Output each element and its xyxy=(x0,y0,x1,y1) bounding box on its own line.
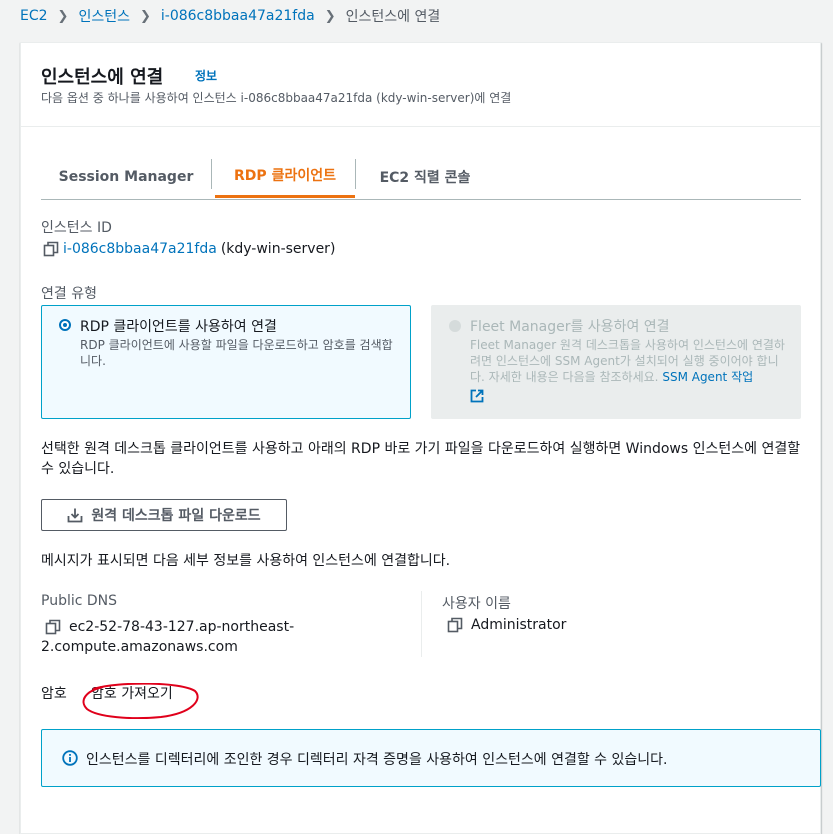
chevron-right-icon: ❯ xyxy=(139,8,151,24)
copy-icon[interactable] xyxy=(43,241,59,257)
prompt-text: 메시지가 표시되면 다음 세부 정보를 사용하여 인스턴스에 연결합니다. xyxy=(41,553,451,569)
instructions-text: 선택한 원격 데스크톱 클라이언트를 사용하고 아래의 RDP 바로 가기 파일… xyxy=(41,441,801,477)
tab-ec2-serial-console[interactable]: EC2 직렬 콘솔 xyxy=(359,155,491,198)
radio-rdp-client[interactable]: RDP 클라이언트를 사용하여 연결 RDP 클라이언트에 사용할 파일을 다운… xyxy=(41,305,411,419)
public-dns-value xyxy=(45,617,69,635)
copy-icon[interactable] xyxy=(447,617,463,633)
info-alert-text: 인스턴스를 디렉터리에 조인한 경우 디렉터리 자격 증명을 사용하여 인스턴스… xyxy=(86,752,668,768)
instance-name: (kdy-win-server) xyxy=(220,241,336,257)
instance-id-value: i-086c8bbaa47a21fda (kdy-win-server) xyxy=(43,241,335,257)
download-button-label: 원격 데스크톱 파일 다운로드 xyxy=(91,508,261,524)
chevron-right-icon: ❯ xyxy=(57,8,69,24)
external-link-icon[interactable] xyxy=(470,389,484,403)
instance-id-link[interactable]: i-086c8bbaa47a21fda xyxy=(63,241,217,257)
connection-type-label: 연결 유형 xyxy=(41,286,97,302)
public-dns-line1: ec2-52-78-43-127.ap-northeast- xyxy=(69,619,295,635)
username-value: Administrator xyxy=(447,617,566,633)
radio-selected-icon[interactable] xyxy=(59,319,71,331)
breadcrumb-instances[interactable]: 인스턴스 xyxy=(78,6,130,26)
info-alert: 인스턴스를 디렉터리에 조인한 경우 디렉터리 자격 증명을 사용하여 인스턴스… xyxy=(41,729,821,787)
connect-panel: 인스턴스에 연결 정보 다음 옵션 중 하나를 사용하여 인스턴스 i-086c… xyxy=(20,42,821,834)
info-link[interactable]: 정보 xyxy=(195,67,217,84)
tab-divider xyxy=(355,159,356,189)
ssm-agent-link[interactable]: SSM Agent 작업 xyxy=(662,370,753,384)
get-password-link[interactable]: 암호 가져오기 xyxy=(91,683,173,703)
panel-header: 인스턴스에 연결 정보 다음 옵션 중 하나를 사용하여 인스턴스 i-086c… xyxy=(21,43,820,127)
password-label: 암호 xyxy=(41,686,67,702)
tab-session-manager[interactable]: Session Manager xyxy=(41,155,211,198)
download-rdp-file-button[interactable]: 원격 데스크톱 파일 다운로드 xyxy=(41,499,287,531)
username-text: Administrator xyxy=(471,617,567,633)
username-label: 사용자 이름 xyxy=(442,596,511,612)
column-divider xyxy=(421,591,422,657)
breadcrumb-instance-id[interactable]: i-086c8bbaa47a21fda xyxy=(161,8,315,24)
page-description: 다음 옵션 중 하나를 사용하여 인스턴스 i-086c8bbaa47a21fd… xyxy=(41,91,512,105)
copy-icon[interactable] xyxy=(45,619,61,635)
radio-fleet-title: Fleet Manager를 사용하여 연결 xyxy=(470,319,670,335)
instance-id-label: 인스턴스 ID xyxy=(41,220,112,236)
breadcrumb: EC2 ❯ 인스턴스 ❯ i-086c8bbaa47a21fda ❯ 인스턴스에… xyxy=(20,4,440,28)
radio-disabled-icon xyxy=(449,320,461,332)
tab-rdp-client[interactable]: RDP 클라이언트 xyxy=(215,155,355,198)
radio-fleet-description: Fleet Manager 원격 데스크톱을 사용하여 인스턴스에 연결하려면 … xyxy=(470,337,788,407)
page-title: 인스턴스에 연결 xyxy=(41,67,164,88)
radio-fleet-manager: Fleet Manager를 사용하여 연결 Fleet Manager 원격 … xyxy=(431,305,801,419)
download-icon xyxy=(68,508,83,523)
radio-rdp-description: RDP 클라이언트에 사용할 파일을 다운로드하고 암호를 검색합니다. xyxy=(80,338,393,368)
public-dns-label: Public DNS xyxy=(41,593,118,609)
chevron-right-icon: ❯ xyxy=(324,8,336,24)
radio-rdp-title: RDP 클라이언트를 사용하여 연결 xyxy=(80,319,277,335)
public-dns-line2: 2.compute.amazonaws.com xyxy=(41,639,238,655)
breadcrumb-current: 인스턴스에 연결 xyxy=(345,9,441,25)
breadcrumb-ec2[interactable]: EC2 xyxy=(20,8,48,24)
info-circle-icon xyxy=(62,750,78,766)
tab-divider xyxy=(211,159,212,189)
tab-bar: Session Manager RDP 클라이언트 EC2 직렬 콘솔 xyxy=(41,155,801,200)
